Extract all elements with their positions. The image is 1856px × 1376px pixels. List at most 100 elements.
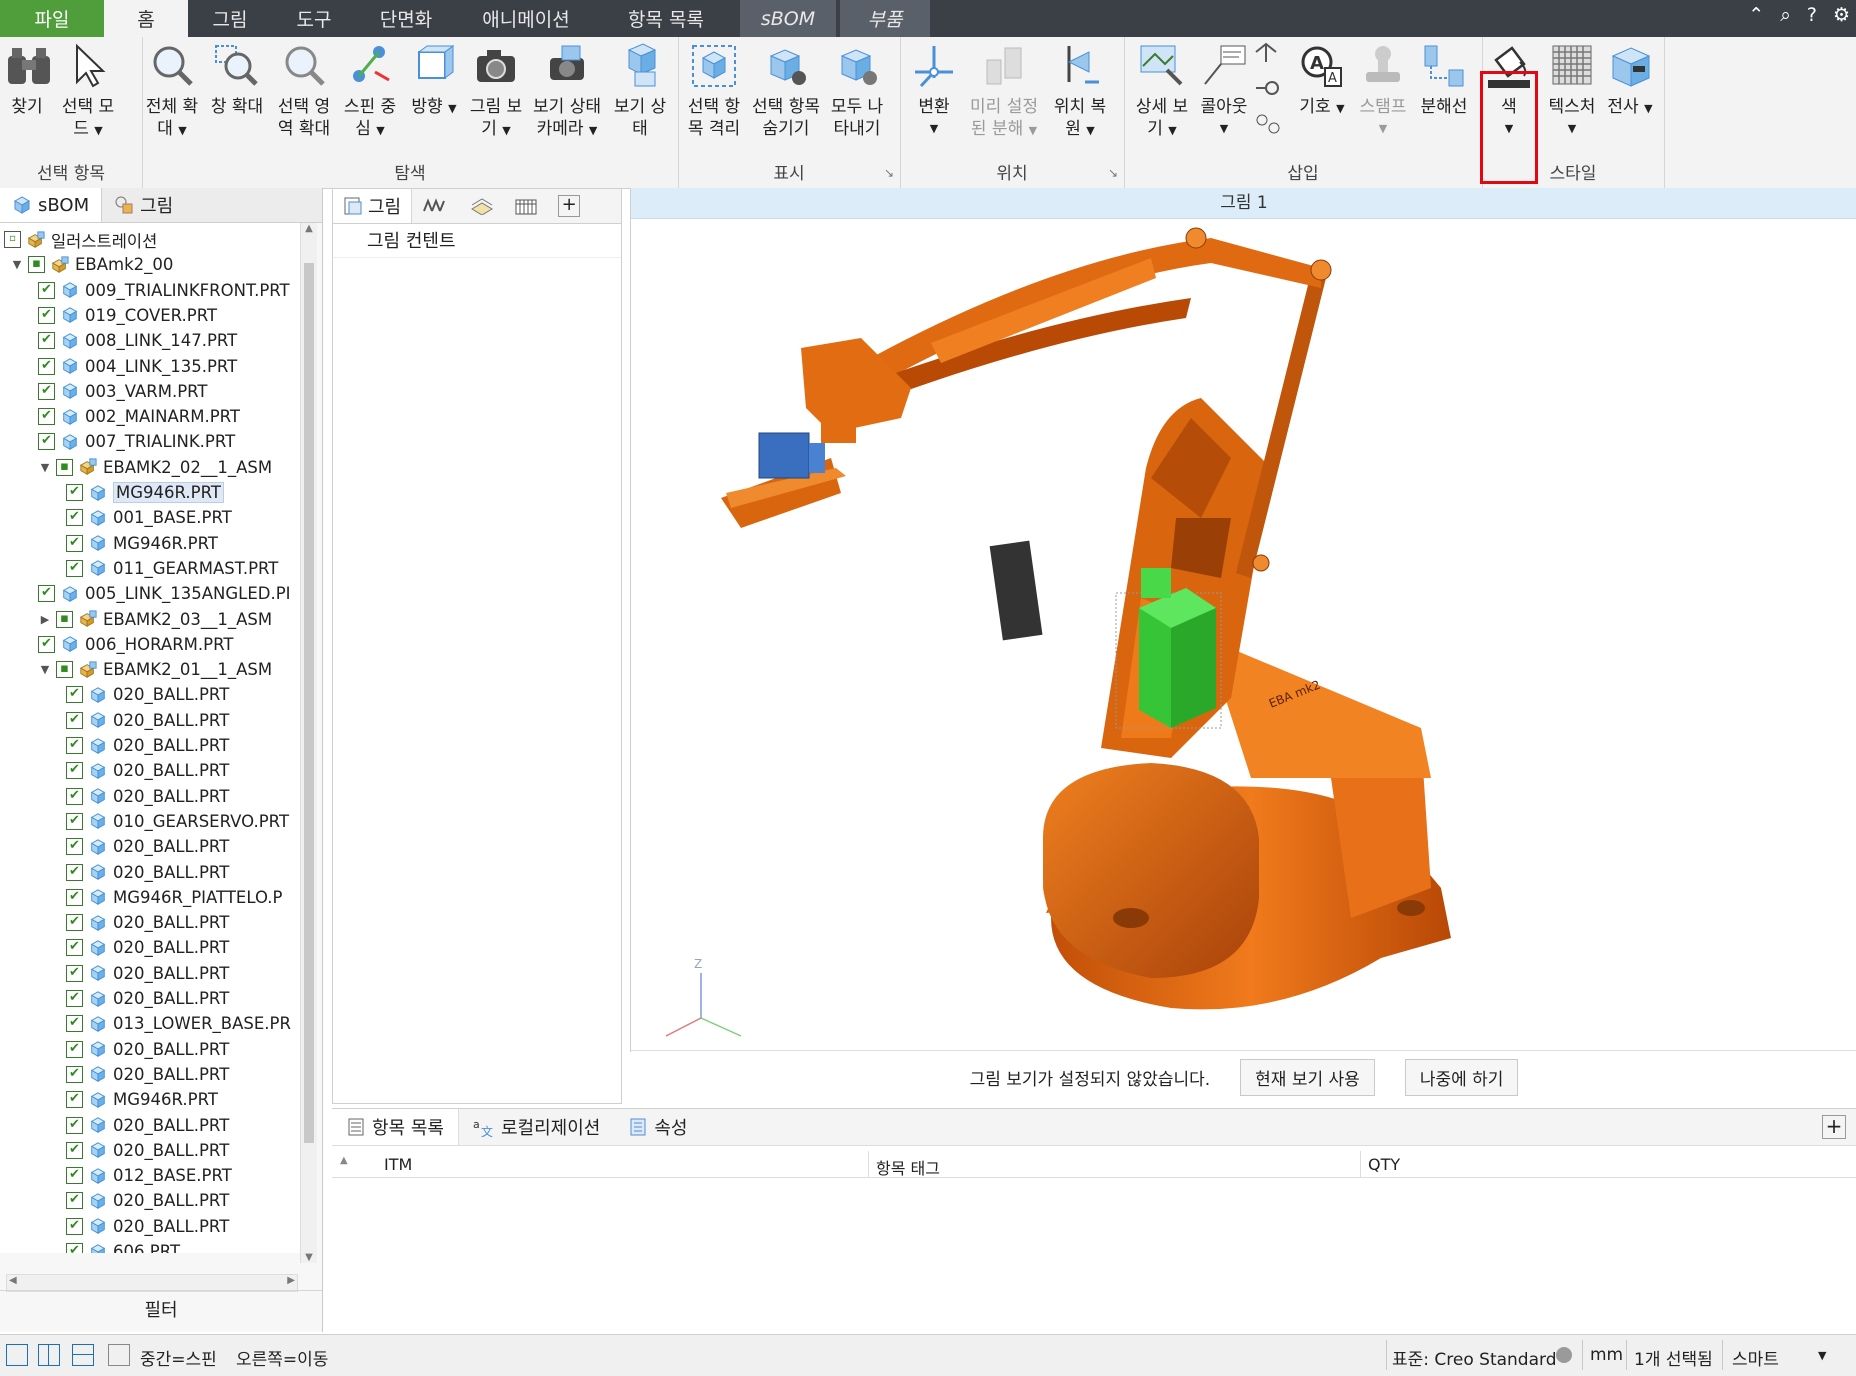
visibility-checkbox[interactable]: ✔	[66, 1091, 83, 1109]
visibility-checkbox[interactable]: ✔	[66, 964, 83, 982]
tab-bom-table[interactable]: 항목 목록	[332, 1109, 459, 1145]
visibility-checkbox[interactable]: ✔	[66, 762, 83, 780]
layout-bottom-icon[interactable]	[72, 1344, 94, 1366]
tree-part-node[interactable]: ✔ 020_BALL.PRT	[66, 834, 229, 859]
dialog-launcher-icon[interactable]: ↘	[1108, 166, 1118, 180]
visibility-checkbox[interactable]: ✔	[38, 357, 55, 375]
visibility-checkbox[interactable]: ✔	[66, 1015, 83, 1033]
view-state-button[interactable]: 보기 상 태	[608, 42, 672, 140]
tree-part-node[interactable]: ✔ 012_BASE.PRT	[66, 1163, 232, 1188]
spin-center-button[interactable]: 스핀 중 심 ▼	[338, 42, 402, 142]
filter-bar[interactable]: 필터	[0, 1290, 322, 1331]
tab-home[interactable]: 홈	[104, 0, 188, 37]
visibility-checkbox[interactable]: ✔	[66, 990, 83, 1007]
expand-arrow-icon[interactable]: ▶	[38, 613, 52, 626]
tab-tools[interactable]: 도구	[272, 0, 356, 37]
tab-sequence[interactable]	[412, 189, 458, 223]
visibility-checkbox[interactable]: ✔	[66, 737, 83, 754]
selection-filter-dropdown[interactable]: 스마트	[1732, 1345, 1779, 1370]
visibility-checkbox[interactable]: ✔	[66, 1040, 83, 1058]
scroll-left-icon[interactable]: ◀	[9, 1275, 17, 1286]
tree-part-node[interactable]: ✔ 007_TRIALINK.PRT	[38, 429, 235, 454]
tree-part-node[interactable]: ✔ 009_TRIALINKFRONT.PRT	[38, 278, 290, 303]
visibility-checkbox[interactable]: ✔	[66, 1217, 83, 1235]
tree-part-node[interactable]: ✔ 020_BALL.PRT	[66, 733, 229, 758]
tree-part-node[interactable]: ✔ MG946R.PRT	[66, 480, 224, 505]
visibility-checkbox[interactable]: ▪	[56, 458, 73, 476]
tree-part-node[interactable]: ✔ 010_GEARSERVO.PRT	[66, 809, 289, 834]
tree-part-node[interactable]: ✔ MG946R.PRT	[66, 531, 218, 556]
tree-part-node[interactable]: ✔ 013_LOWER_BASE.PR	[66, 1011, 291, 1036]
tree-part-node[interactable]: ✔ 020_BALL.PRT	[66, 1138, 229, 1163]
tree-part-node[interactable]: ✔ 020_BALL.PRT	[66, 682, 229, 707]
collapse-arrow-icon[interactable]: ▼	[38, 461, 52, 474]
zoom-selected-button[interactable]: 선택 영 역 확대	[272, 42, 336, 140]
visibility-checkbox[interactable]: ✔	[66, 1167, 83, 1185]
visibility-checkbox[interactable]: ✔	[66, 1243, 83, 1253]
stamp-button[interactable]: 스탬프 ▼	[1354, 42, 1412, 140]
collapse-arrow-icon[interactable]: ▼	[38, 663, 52, 676]
tab-sbom[interactable]: sBOM	[740, 0, 836, 37]
tree-part-node[interactable]: ✔ 001_BASE.PRT	[66, 505, 232, 530]
chevron-down-icon[interactable]: ▼	[1818, 1349, 1826, 1362]
tree-part-node[interactable]: ✔ 003_VARM.PRT	[38, 379, 208, 404]
search-icon[interactable]: ⌕	[1780, 4, 1791, 26]
figure-view-button[interactable]: 그림 보 기 ▼	[464, 42, 528, 142]
later-button[interactable]: 나중에 하기	[1404, 1058, 1519, 1096]
tree-part-node[interactable]: ✔ 020_BALL.PRT	[66, 986, 229, 1011]
tab-localization[interactable]: a文 로컬리제이션	[459, 1109, 614, 1145]
tree-part-node[interactable]: ✔ MG946R.PRT	[66, 1087, 218, 1112]
texture-button[interactable]: 텍스처 ▼	[1544, 42, 1600, 140]
tree-toggle-icon[interactable]: ▫	[4, 231, 21, 248]
visibility-checkbox[interactable]: ✔	[66, 1065, 83, 1083]
tree-part-node[interactable]: ✔ 020_BALL.PRT	[66, 860, 229, 885]
tab-timeline[interactable]	[504, 189, 548, 223]
select-mode-button[interactable]: 선택 모 드 ▼	[56, 42, 120, 142]
symbol-button[interactable]: AA 기호 ▼	[1292, 42, 1352, 120]
tree-part-node[interactable]: ✔ 020_BALL.PRT	[66, 708, 229, 733]
add-table-button[interactable]: +	[1822, 1115, 1846, 1139]
tree-part-node[interactable]: ✔ 020_BALL.PRT	[66, 1062, 229, 1087]
tree-part-node[interactable]: ✔ 020_BALL.PRT	[66, 758, 229, 783]
visibility-checkbox[interactable]: ✔	[38, 408, 55, 426]
graphics-viewport[interactable]: 그림 1 EBA mk2 Z 그림 보기가 설정되지 않았습니다. 현재 보기 …	[630, 188, 1856, 1103]
tree-part-node[interactable]: ✔ 002_MAINARM.PRT	[38, 404, 240, 429]
dialog-launcher-icon[interactable]: ↘	[884, 166, 894, 180]
visibility-checkbox[interactable]: ✔	[38, 585, 55, 603]
visibility-checkbox[interactable]: ✔	[66, 888, 83, 906]
minimize-ribbon-icon[interactable]: ⌃	[1748, 4, 1764, 26]
visibility-checkbox[interactable]: ✔	[66, 509, 83, 527]
visibility-checkbox[interactable]: ✔	[66, 812, 83, 830]
tree-part-node[interactable]: ✔ 020_BALL.PRT	[66, 1113, 229, 1138]
tree-part-node[interactable]: ✔ 011_GEARMAST.PRT	[66, 556, 278, 581]
callout-styles-stack[interactable]	[1252, 42, 1282, 144]
tree-part-node[interactable]: ✔ 020_BALL.PRT	[66, 910, 229, 935]
collapse-arrow-icon[interactable]: ▼	[10, 258, 24, 271]
tree-assembly-node[interactable]: ▼ ▪ EBAMK2_02__1_ASM	[38, 455, 272, 480]
decal-button[interactable]: 전사 ▼	[1602, 42, 1658, 120]
visibility-checkbox[interactable]: ✔	[66, 711, 83, 729]
split-line-button[interactable]: 분해선	[1414, 42, 1474, 118]
tab-layers[interactable]	[458, 189, 504, 223]
tree-assembly-node[interactable]: ▼ ▪ EBAMK2_01__1_ASM	[38, 657, 272, 682]
layout-single-icon[interactable]	[6, 1344, 28, 1366]
visibility-checkbox[interactable]: ✔	[66, 939, 83, 957]
detail-view-button[interactable]: 상세 보 기 ▼	[1130, 42, 1194, 142]
tab-figure-tree[interactable]: 그림	[102, 188, 185, 222]
column-itm[interactable]: ITM	[384, 1155, 412, 1174]
scroll-down-icon[interactable]: ▼	[301, 1252, 317, 1263]
visibility-checkbox[interactable]: ✔	[66, 863, 83, 881]
tab-animation[interactable]: 애니메이션	[456, 0, 596, 37]
tab-part[interactable]: 부품	[840, 0, 930, 37]
view-state-camera-button[interactable]: 보기 상태 카메라 ▼	[528, 42, 606, 142]
tab-section[interactable]: 단면화	[356, 0, 456, 37]
visibility-checkbox[interactable]: ✔	[66, 559, 83, 577]
visibility-checkbox[interactable]: ▪	[56, 610, 73, 628]
scroll-up-icon[interactable]: ▲	[301, 223, 317, 234]
visibility-checkbox[interactable]: ✔	[38, 306, 55, 324]
hide-selected-button[interactable]: 선택 항목 숨기기	[750, 42, 822, 140]
callout-button[interactable]: 콜아웃 ▼	[1196, 42, 1252, 140]
settings-icon[interactable]: ⚙	[1833, 4, 1850, 26]
window-zoom-button[interactable]: 창 확대	[204, 42, 270, 118]
tab-figure-contents[interactable]: 그림	[333, 189, 413, 223]
